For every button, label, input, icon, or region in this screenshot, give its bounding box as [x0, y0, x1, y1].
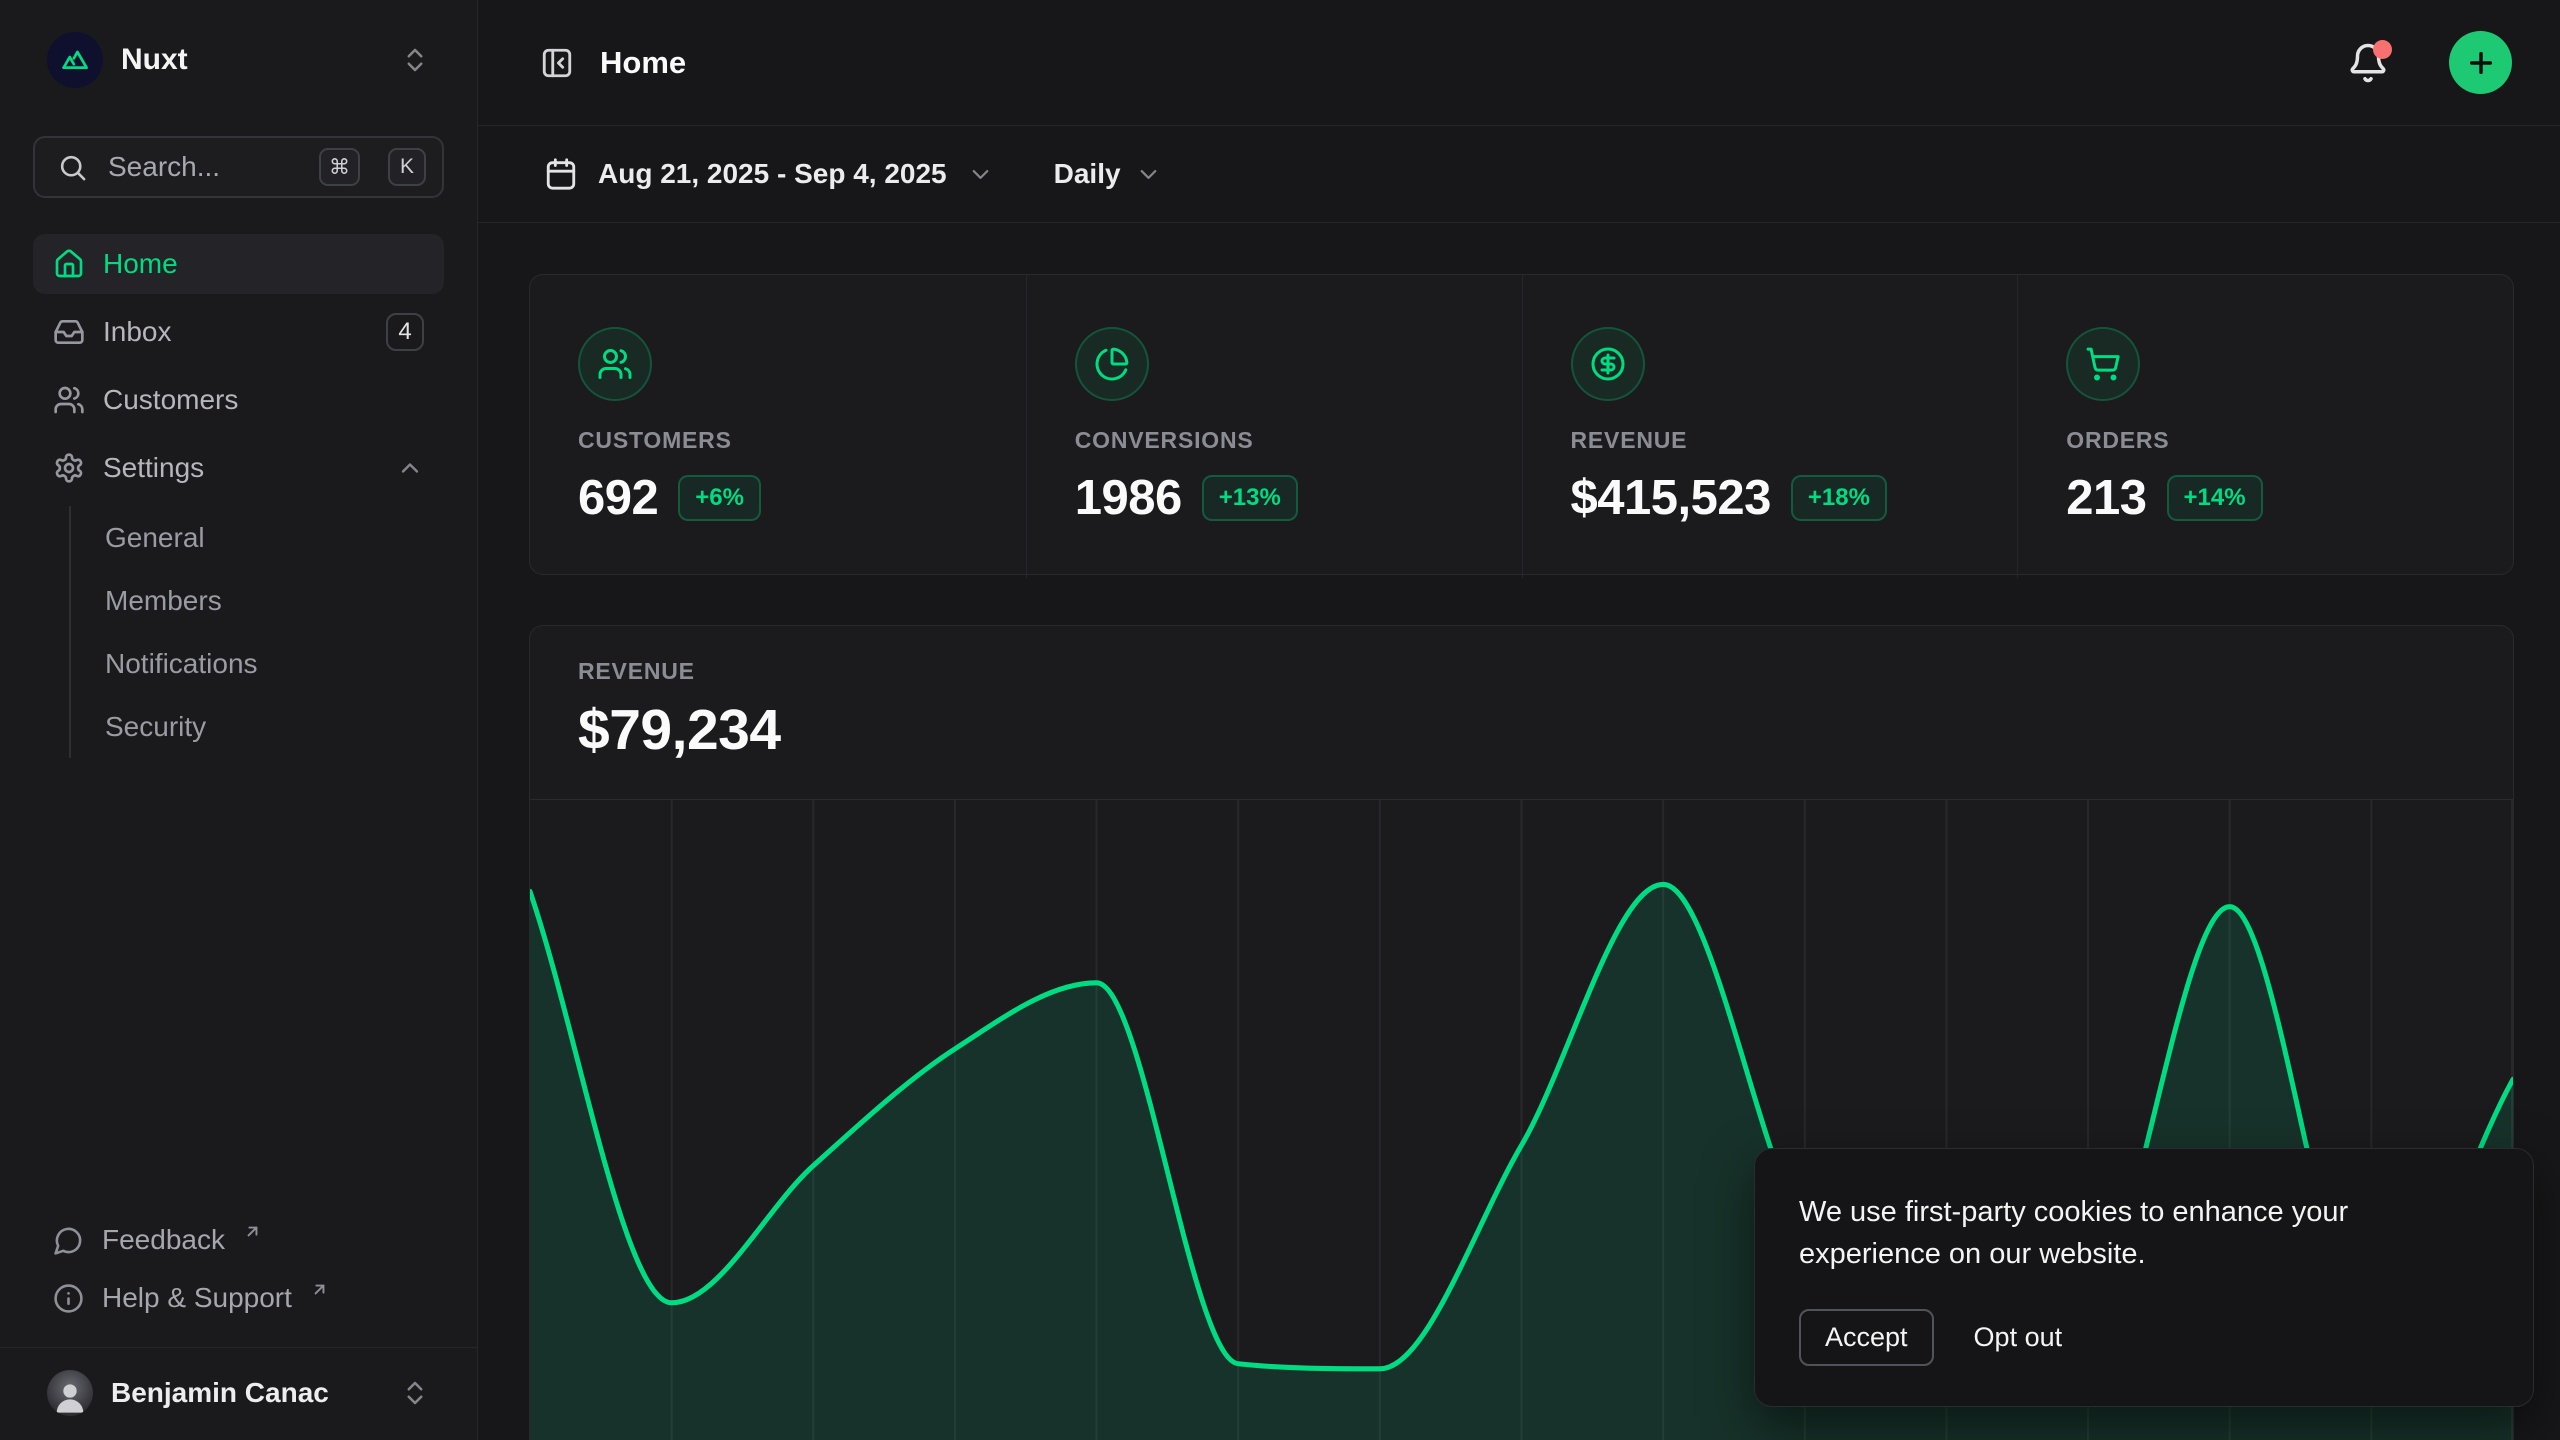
- shopping-cart-icon: [2066, 327, 2140, 401]
- inbox-icon: [53, 316, 85, 348]
- chevron-down-icon: [1135, 161, 1162, 188]
- date-range-picker[interactable]: Aug 21, 2025 - Sep 4, 2025: [544, 157, 994, 191]
- feedback-label: Feedback: [102, 1224, 225, 1256]
- stat-label: ORDERS: [2066, 427, 2465, 454]
- stat-card-conversions: CONVERSIONS 1986 +13%: [1026, 275, 1522, 578]
- stat-delta-badge: +13%: [1202, 475, 1298, 521]
- kbd-k: K: [388, 148, 426, 186]
- chat-bubble-icon: [53, 1225, 84, 1256]
- sidebar-item-security[interactable]: Security: [71, 695, 444, 758]
- user-avatar: [47, 1370, 93, 1416]
- nuxt-logo: [47, 32, 103, 88]
- gear-icon: [53, 452, 85, 484]
- chevrons-up-down-icon: [400, 45, 430, 75]
- external-link-icon: [243, 1222, 262, 1241]
- users-icon: [53, 384, 85, 416]
- stat-value: $415,523: [1571, 470, 1771, 526]
- main-header: Home: [478, 0, 2560, 126]
- page-title: Home: [600, 45, 2321, 81]
- search-input[interactable]: Search... ⌘ K: [33, 136, 444, 198]
- stat-delta-badge: +6%: [678, 475, 761, 521]
- sidebar: Nuxt Search... ⌘ K Home Inbox 4: [0, 0, 478, 1440]
- toolbar: Aug 21, 2025 - Sep 4, 2025 Daily: [478, 126, 2560, 223]
- stat-delta-badge: +18%: [1791, 475, 1887, 521]
- chevron-down-icon: [967, 161, 994, 188]
- stat-card-customers: CUSTOMERS 692 +6%: [530, 275, 1026, 578]
- cookie-banner: We use first-party cookies to enhance yo…: [1754, 1148, 2534, 1407]
- stat-value: 692: [578, 470, 658, 526]
- sidebar-item-home[interactable]: Home: [33, 234, 444, 294]
- sidebar-item-settings[interactable]: Settings: [33, 438, 444, 498]
- stats-panel: CUSTOMERS 692 +6% CONVERSIONS 1986 +13%: [529, 274, 2514, 575]
- stat-delta-badge: +14%: [2167, 475, 2263, 521]
- notifications-bell-button[interactable]: [2347, 42, 2389, 84]
- home-icon: [53, 248, 85, 280]
- sidebar-item-customers[interactable]: Customers: [33, 370, 444, 430]
- stat-value: 1986: [1075, 470, 1182, 526]
- stat-label: CUSTOMERS: [578, 427, 978, 454]
- info-circle-icon: [53, 1283, 84, 1314]
- sidebar-item-notifications[interactable]: Notifications: [71, 632, 444, 695]
- revenue-chart-label: REVENUE: [578, 658, 2465, 685]
- add-button[interactable]: [2449, 31, 2512, 94]
- stat-card-revenue: REVENUE $415,523 +18%: [1522, 275, 2018, 578]
- sidebar-collapse-icon[interactable]: [540, 46, 574, 80]
- notification-dot: [2373, 40, 2392, 59]
- sidebar-footer: Feedback Help & Support Benjamin Canac: [33, 1211, 444, 1440]
- cookie-optout-button[interactable]: Opt out: [1974, 1322, 2063, 1353]
- user-menu[interactable]: Benjamin Canac: [33, 1356, 444, 1430]
- user-name: Benjamin Canac: [111, 1377, 382, 1409]
- sidebar-nav: Home Inbox 4 Customers Settings Genera: [33, 234, 444, 758]
- stat-label: CONVERSIONS: [1075, 427, 1474, 454]
- calendar-icon: [544, 157, 578, 191]
- sidebar-item-label: Inbox: [103, 316, 368, 348]
- sidebar-item-label: Home: [103, 248, 424, 280]
- granularity-value: Daily: [1054, 158, 1121, 190]
- sidebar-item-label: Settings: [103, 452, 378, 484]
- dollar-circle-icon: [1571, 327, 1645, 401]
- inbox-count-badge: 4: [386, 313, 424, 351]
- granularity-select[interactable]: Daily: [1054, 158, 1162, 190]
- cookie-message: We use first-party cookies to enhance yo…: [1799, 1191, 2399, 1275]
- stat-value: 213: [2066, 470, 2146, 526]
- chevron-up-icon: [396, 454, 424, 482]
- workspace-switcher[interactable]: Nuxt: [33, 24, 444, 96]
- external-link-icon: [310, 1280, 329, 1299]
- sidebar-item-general[interactable]: General: [71, 506, 444, 569]
- feedback-link[interactable]: Feedback: [33, 1211, 444, 1269]
- sidebar-item-inbox[interactable]: Inbox 4: [33, 302, 444, 362]
- plus-icon: [2465, 47, 2497, 79]
- help-support-label: Help & Support: [102, 1282, 292, 1314]
- sidebar-item-members[interactable]: Members: [71, 569, 444, 632]
- search-placeholder: Search...: [108, 151, 299, 183]
- stat-label: REVENUE: [1571, 427, 1970, 454]
- chevrons-up-down-icon: [400, 1378, 430, 1408]
- revenue-chart-header: REVENUE $79,234: [530, 626, 2513, 763]
- pie-chart-icon: [1075, 327, 1149, 401]
- cookie-accept-button[interactable]: Accept: [1799, 1309, 1934, 1366]
- kbd-cmd: ⌘: [319, 148, 360, 186]
- date-range-value: Aug 21, 2025 - Sep 4, 2025: [598, 158, 947, 190]
- search-icon: [57, 152, 88, 183]
- users-icon: [578, 327, 652, 401]
- workspace-name: Nuxt: [121, 43, 382, 77]
- stat-card-orders: ORDERS 213 +14%: [2017, 275, 2513, 578]
- revenue-chart-value: $79,234: [578, 697, 2465, 763]
- sidebar-divider: [0, 1347, 477, 1348]
- settings-sub-list: General Members Notifications Security: [69, 506, 444, 758]
- help-support-link[interactable]: Help & Support: [33, 1269, 444, 1327]
- sidebar-item-label: Customers: [103, 384, 424, 416]
